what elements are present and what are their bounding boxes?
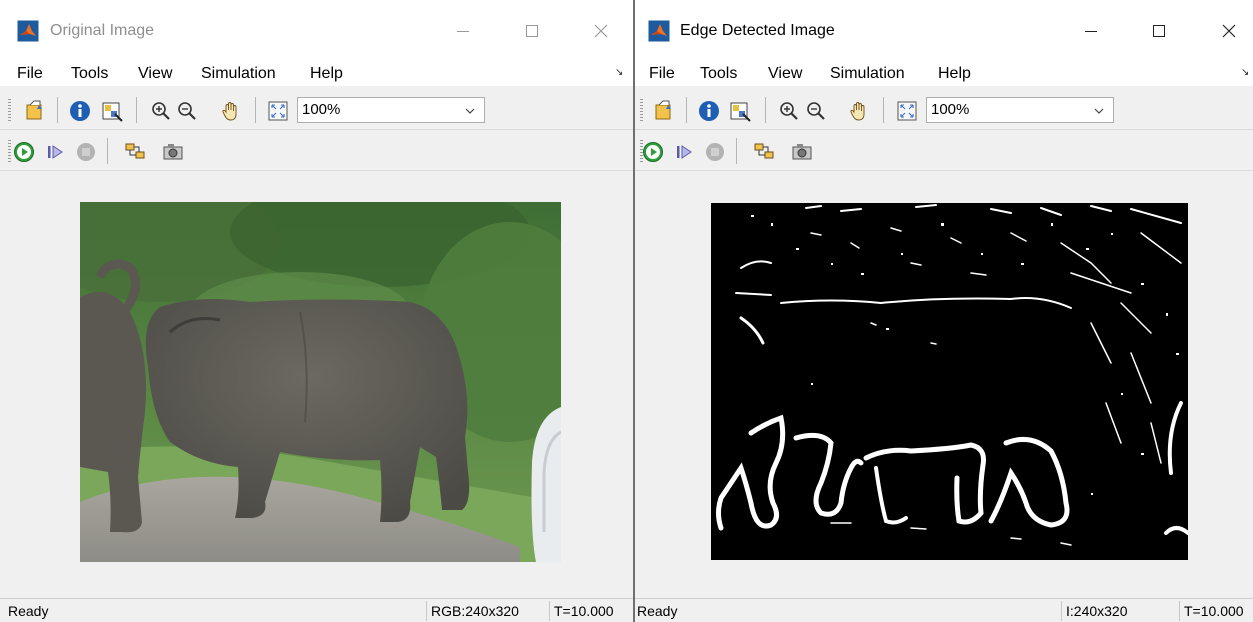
fit-to-window-icon[interactable] — [896, 100, 918, 122]
zoom-level-dropdown[interactable]: 100% — [926, 97, 1114, 123]
close-icon — [594, 24, 608, 38]
title-bar[interactable]: Edge Detected Image — [635, 0, 1253, 62]
maximize-icon — [1153, 25, 1165, 37]
toolbar-separator — [686, 97, 687, 123]
menu-simulation[interactable]: Simulation — [830, 62, 905, 86]
minimize-icon — [457, 31, 469, 32]
snapshot-camera-icon[interactable] — [791, 141, 813, 163]
status-bar: Ready I:240x320 T=10.000 — [635, 598, 1253, 622]
pixel-region-icon[interactable] — [729, 100, 751, 122]
edge-detected-image-window: Edge Detected Image File Tools View Simu… — [635, 0, 1253, 622]
simulation-time-text: T=10.000 — [1179, 601, 1253, 621]
zoom-level-value: 100% — [931, 101, 970, 118]
menu-file[interactable]: File — [649, 62, 675, 86]
close-icon — [1222, 24, 1236, 38]
simulation-toolbar — [0, 132, 634, 171]
toolbar-separator — [883, 97, 884, 123]
image-canvas[interactable] — [0, 171, 634, 598]
toolbar-separator — [107, 138, 108, 164]
toolbar-grip[interactable] — [8, 99, 11, 121]
toolbar-separator — [57, 97, 58, 123]
run-simulation-icon[interactable] — [642, 141, 664, 163]
highlight-block-icon[interactable] — [753, 141, 775, 163]
original-image-window: Original Image File Tools View Simulatio… — [0, 0, 634, 622]
image-dimensions-text: RGB:240x320 — [426, 601, 547, 621]
menu-help[interactable]: Help — [938, 62, 971, 86]
maximize-button[interactable] — [509, 14, 555, 48]
menu-tools[interactable]: Tools — [700, 62, 737, 86]
toolbar-grip[interactable] — [640, 99, 643, 121]
toolbar-separator — [736, 138, 737, 164]
stop-simulation-icon[interactable] — [704, 141, 726, 163]
zoom-level-dropdown[interactable]: 100% — [297, 97, 485, 123]
status-bar: Ready RGB:240x320 T=10.000 — [0, 598, 634, 622]
toolbar-separator — [765, 97, 766, 123]
chevron-down-icon — [465, 108, 475, 114]
zoom-in-icon[interactable] — [778, 100, 800, 122]
simulation-time-text: T=10.000 — [549, 601, 634, 621]
rhino-photo — [80, 202, 561, 562]
minimize-button[interactable] — [440, 14, 486, 48]
matlab-logo-icon — [648, 20, 670, 42]
menu-view[interactable]: View — [138, 62, 172, 86]
zoom-in-icon[interactable] — [150, 100, 172, 122]
menu-view[interactable]: View — [768, 62, 802, 86]
maximize-icon — [526, 25, 538, 37]
view-toolbar: 100% — [0, 91, 634, 130]
view-toolbar: 100% — [635, 91, 1253, 130]
open-model-icon[interactable] — [24, 100, 46, 122]
image-canvas[interactable] — [635, 171, 1253, 598]
pixel-region-icon[interactable] — [101, 100, 123, 122]
dock-arrow-icon[interactable]: ↘ — [615, 67, 623, 78]
menu-simulation[interactable]: Simulation — [201, 62, 276, 86]
simulation-toolbar — [635, 132, 1253, 171]
matlab-logo-icon — [17, 20, 39, 42]
open-model-icon[interactable] — [653, 100, 675, 122]
close-button[interactable] — [1206, 14, 1252, 48]
highlight-block-icon[interactable] — [124, 141, 146, 163]
status-ready-text: Ready — [637, 603, 678, 619]
snapshot-camera-icon[interactable] — [162, 141, 184, 163]
fit-to-window-icon[interactable] — [267, 100, 289, 122]
menu-bar: File Tools View Simulation Help ↘ — [0, 62, 634, 86]
status-ready-text: Ready — [8, 603, 49, 619]
step-forward-icon[interactable] — [673, 141, 695, 163]
menu-help[interactable]: Help — [310, 62, 343, 86]
menu-tools[interactable]: Tools — [71, 62, 108, 86]
maximize-button[interactable] — [1136, 14, 1182, 48]
step-forward-icon[interactable] — [44, 141, 66, 163]
chevron-down-icon — [1094, 108, 1104, 114]
minimize-icon — [1085, 31, 1097, 32]
edge-detected-photo — [711, 203, 1188, 560]
info-icon[interactable] — [698, 100, 720, 122]
run-simulation-icon[interactable] — [13, 141, 35, 163]
zoom-out-icon[interactable] — [805, 100, 827, 122]
title-bar[interactable]: Original Image — [0, 0, 634, 62]
window-title: Edge Detected Image — [680, 22, 835, 39]
pan-hand-icon[interactable] — [220, 100, 242, 122]
stop-simulation-icon[interactable] — [75, 141, 97, 163]
pan-hand-icon[interactable] — [848, 100, 870, 122]
image-dimensions-text: I:240x320 — [1061, 601, 1176, 621]
zoom-out-icon[interactable] — [176, 100, 198, 122]
info-icon[interactable] — [69, 100, 91, 122]
menu-bar: File Tools View Simulation Help ↘ — [635, 62, 1253, 86]
close-button[interactable] — [578, 14, 624, 48]
toolbar-separator — [136, 97, 137, 123]
window-title: Original Image — [50, 22, 155, 39]
dock-arrow-icon[interactable]: ↘ — [1241, 67, 1249, 78]
zoom-level-value: 100% — [302, 101, 341, 118]
toolbar-grip[interactable] — [8, 140, 11, 162]
menu-file[interactable]: File — [17, 62, 43, 86]
toolbar-separator — [255, 97, 256, 123]
minimize-button[interactable] — [1068, 14, 1114, 48]
